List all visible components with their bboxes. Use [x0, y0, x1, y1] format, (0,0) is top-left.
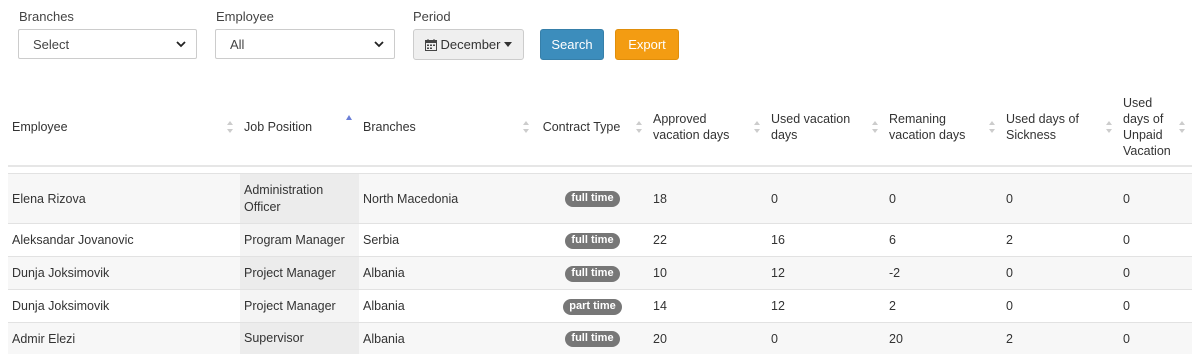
sort-ascending-icon	[346, 115, 352, 120]
period-label: Period	[413, 9, 451, 24]
used-days-cell: 12	[767, 289, 885, 323]
contract-type-badge: full time	[565, 191, 620, 207]
contract-type-cell: full time	[536, 223, 649, 257]
branches-label: Branches	[19, 9, 74, 24]
period-value: December	[440, 37, 501, 52]
chevron-down-icon	[374, 41, 384, 48]
column-header-label: Employee	[12, 120, 68, 134]
column-header-label: Used days of Unpaid Vacation	[1123, 96, 1171, 158]
contract-type-badge: part time	[563, 298, 622, 315]
branch-cell: Albania	[359, 322, 536, 354]
job-position-cell: Program Manager	[240, 223, 359, 257]
calendar-icon	[424, 38, 437, 51]
sickness-days-cell: 0	[1002, 289, 1119, 323]
sort-arrows-icon	[989, 121, 995, 133]
branches-select-value: Select	[33, 36, 70, 52]
used-days-cell: 0	[767, 173, 885, 224]
remaining-days-cell: 20	[885, 322, 1002, 354]
table-row: Dunja Joksimovik Project Manager Albania…	[8, 256, 1192, 290]
column-header-used-days-of-unpaid-vacation[interactable]: Used days of Unpaid Vacation	[1119, 89, 1192, 167]
job-position-cell: Project Manager	[240, 289, 359, 323]
column-header-approved-vacation-days[interactable]: Approved vacation days	[649, 89, 767, 167]
sort-arrows-icon	[754, 121, 760, 133]
contract-type-cell: part time	[536, 289, 649, 323]
unpaid-days-cell: 0	[1119, 223, 1192, 257]
sort-arrows-icon	[523, 121, 529, 133]
unpaid-days-cell: 0	[1119, 322, 1192, 354]
sort-arrows-icon	[636, 121, 642, 133]
sickness-days-cell: 0	[1002, 256, 1119, 290]
approved-days-cell: 14	[649, 289, 767, 323]
branch-cell: Serbia	[359, 223, 536, 257]
employee-select[interactable]: All	[215, 29, 395, 59]
chevron-down-icon	[176, 41, 186, 48]
export-button[interactable]: Export	[615, 29, 679, 60]
branch-cell: Albania	[359, 256, 536, 290]
used-days-cell: 16	[767, 223, 885, 257]
unpaid-days-cell: 0	[1119, 173, 1192, 224]
unpaid-days-cell: 0	[1119, 289, 1192, 323]
column-header-label: Used days of Sickness	[1006, 112, 1079, 142]
caret-down-icon	[504, 42, 513, 47]
contract-type-cell: full time	[536, 256, 649, 290]
contract-type-badge: full time	[565, 331, 620, 347]
contract-type-cell: full time	[536, 322, 649, 354]
column-header-job-position[interactable]: Job Position	[240, 89, 359, 167]
remaining-days-cell: 0	[885, 173, 1002, 224]
contract-type-cell: full time	[536, 173, 649, 224]
table-row: Aleksandar Jovanovic Program Manager Ser…	[8, 223, 1192, 257]
column-header-label: Job Position	[244, 120, 313, 134]
column-header-employee[interactable]: Employee	[8, 89, 240, 167]
sickness-days-cell: 2	[1002, 322, 1119, 354]
sickness-days-cell: 2	[1002, 223, 1119, 257]
sort-arrows-icon	[872, 121, 878, 133]
table-row: Admir Elezi Supervisor Albania full time…	[8, 322, 1192, 354]
job-position-cell: Project Manager	[240, 256, 359, 290]
used-days-cell: 12	[767, 256, 885, 290]
vacation-report-table: Employee Job Position Branches Contract …	[8, 89, 1192, 354]
branches-select[interactable]: Select	[18, 29, 197, 59]
employee-label: Employee	[216, 9, 274, 24]
unpaid-days-cell: 0	[1119, 256, 1192, 290]
contract-type-badge: full time	[565, 265, 620, 282]
sort-arrows-icon	[1106, 121, 1112, 133]
column-header-used-vacation-days[interactable]: Used vacation days	[767, 89, 885, 167]
column-header-branches[interactable]: Branches	[359, 89, 536, 167]
contract-type-badge: full time	[565, 232, 620, 249]
column-header-label: Contract Type	[542, 120, 621, 134]
column-header-contract-type[interactable]: Contract Type	[536, 89, 649, 167]
search-button[interactable]: Search	[540, 29, 604, 60]
approved-days-cell: 22	[649, 223, 767, 257]
employee-cell: Dunja Joksimovik	[8, 289, 240, 323]
column-header-used-days-of-sickness[interactable]: Used days of Sickness	[1002, 89, 1119, 167]
branch-cell: Albania	[359, 289, 536, 323]
column-header-label: Branches	[363, 120, 416, 134]
column-header-label: Approved vacation days	[653, 112, 730, 142]
sort-arrows-icon	[227, 121, 233, 133]
employee-cell: Admir Elezi	[8, 322, 240, 354]
remaining-days-cell: -2	[885, 256, 1002, 290]
job-position-cell: Administration Officer	[240, 173, 359, 224]
approved-days-cell: 10	[649, 256, 767, 290]
branch-cell: North Macedonia	[359, 173, 536, 224]
period-dropdown-button[interactable]: December	[413, 29, 524, 60]
column-header-remaining-vacation-days[interactable]: Remaning vacation days	[885, 89, 1002, 167]
approved-days-cell: 20	[649, 322, 767, 354]
employee-cell: Aleksandar Jovanovic	[8, 223, 240, 257]
employee-cell: Dunja Joksimovik	[8, 256, 240, 290]
employee-cell: Elena Rizova	[8, 173, 240, 224]
job-position-cell: Supervisor	[240, 322, 359, 354]
column-header-label: Remaning vacation days	[889, 112, 966, 142]
used-days-cell: 0	[767, 322, 885, 354]
column-header-label: Used vacation days	[771, 112, 851, 142]
approved-days-cell: 18	[649, 173, 767, 224]
sickness-days-cell: 0	[1002, 173, 1119, 224]
remaining-days-cell: 6	[885, 223, 1002, 257]
sort-arrows-icon	[1179, 121, 1185, 133]
table-row: Dunja Joksimovik Project Manager Albania…	[8, 289, 1192, 323]
table-row: Elena Rizova Administration Officer Nort…	[8, 173, 1192, 224]
remaining-days-cell: 2	[885, 289, 1002, 323]
employee-select-value: All	[230, 36, 245, 52]
